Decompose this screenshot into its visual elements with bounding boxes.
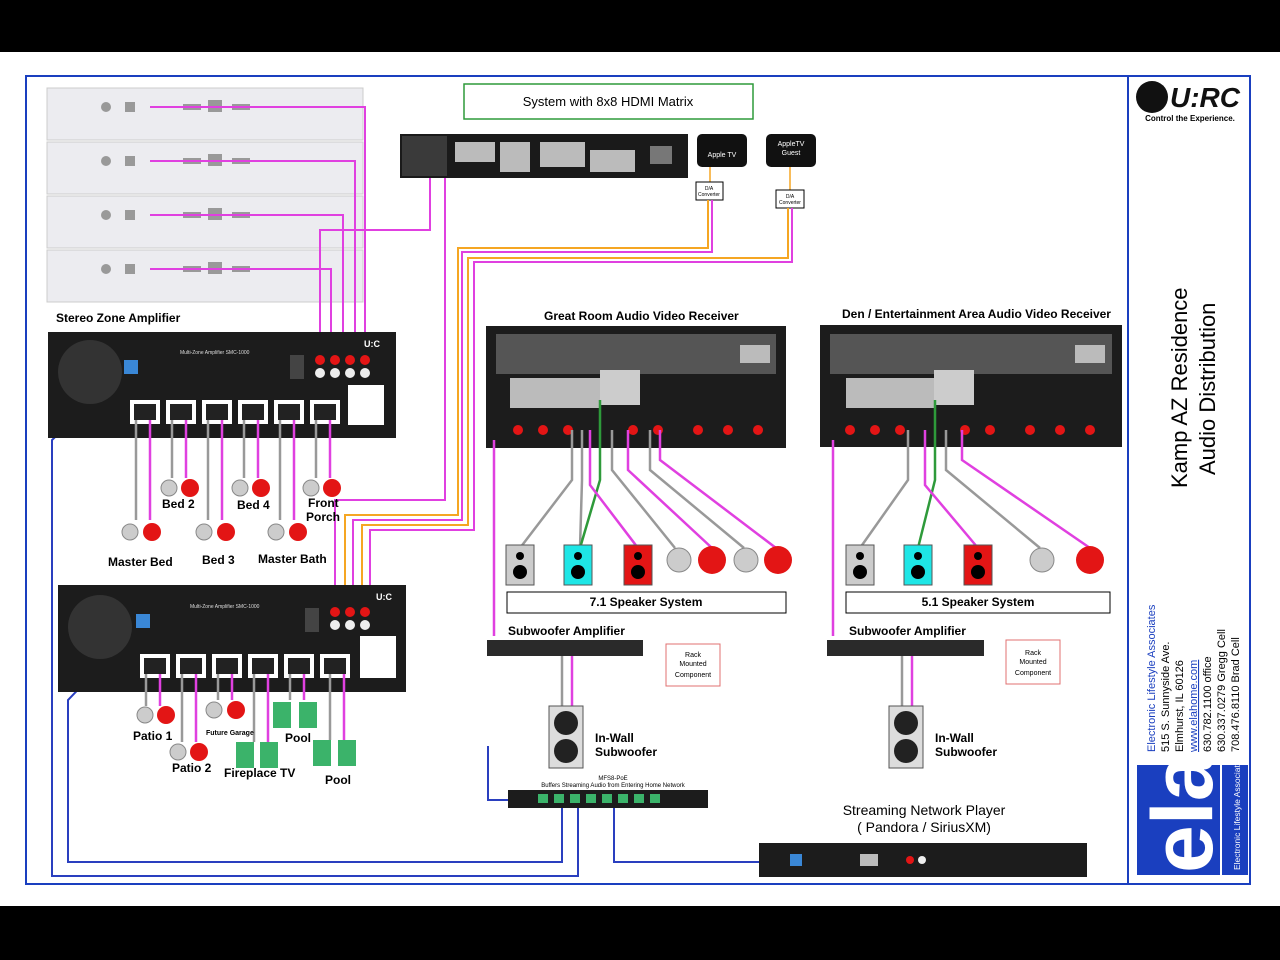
diagram-sheet: System with 8x8 HDMI Matrix Apple TV App… [0, 52, 1280, 906]
svg-text:ela: ela [1135, 752, 1231, 873]
great-room-sub-amp-title: Subwoofer Amplifier [508, 624, 625, 638]
network-switch [508, 790, 708, 808]
den-inwall-2: Subwoofer [935, 745, 997, 759]
svg-text:Mounted: Mounted [1019, 659, 1046, 666]
great-room-sub-wire [560, 656, 574, 708]
zone-bed-4: Bed 4 [237, 498, 270, 512]
den-speaker-system: 5.1 Speaker System [922, 595, 1035, 609]
streaming-network-player [759, 843, 1087, 877]
project-line-2: Audio Distribution [1195, 303, 1220, 475]
zone-fireplace-tv: Fireplace TV [224, 766, 295, 780]
company-name: Electronic Lifestyle Associates [1146, 604, 1158, 752]
great-room-speakers [505, 544, 792, 586]
stereo-amp-title: Stereo Zone Amplifier [56, 311, 181, 325]
great-room-rack-note: Rack Mounted Component [665, 643, 721, 687]
matrix-title: System with 8x8 HDMI Matrix [523, 94, 694, 109]
den-title: Den / Entertainment Area Audio Video Rec… [842, 307, 1111, 321]
great-room-inwall-1: In-Wall [595, 731, 634, 745]
phone-brad: 708.476.8110 Brad Cell [1230, 637, 1242, 752]
svg-text:Control the Experience.: Control the Experience. [1145, 114, 1235, 123]
zone-bed-3: Bed 3 [202, 553, 235, 567]
svg-text:Apple TV: Apple TV [708, 152, 737, 159]
switch-model: MFS8-PoE [598, 776, 627, 782]
address-1: 515 S. Sunnyside Ave. [1160, 642, 1172, 753]
den-avr [820, 325, 1122, 447]
zone-pool-a: Pool [285, 731, 311, 745]
great-room-title: Great Room Audio Video Receiver [544, 309, 739, 323]
svg-text:Guest: Guest [782, 150, 801, 157]
svg-text:U:C: U:C [376, 592, 392, 602]
great-room-inwall-sub [548, 705, 584, 769]
svg-text:U:RC: U:RC [1170, 82, 1241, 113]
streamer-line-1: Streaming Network Player [843, 802, 1006, 818]
great-room-sub-amp [487, 640, 643, 656]
den-inwall-sub [888, 705, 924, 769]
svg-text:Component: Component [1015, 670, 1051, 677]
den-sub-amp-title: Subwoofer Amplifier [849, 624, 966, 638]
diagram-canvas: System with 8x8 HDMI Matrix Apple TV App… [25, 75, 1251, 885]
zone-master-bath: Master Bath [258, 552, 327, 566]
ela-logo: ela Electronic Lifestyle Associates [1135, 752, 1248, 875]
zone-future-garage: Future Garage [206, 730, 254, 737]
phone-gregg: 630.337.0279 Gregg Cell [1216, 629, 1228, 752]
great-room-avr [486, 326, 786, 448]
project-line-1: Kamp AZ Residence [1167, 287, 1192, 488]
svg-text:Multi-Zone Amplifier SMC-1000: Multi-Zone Amplifier SMC-1000 [180, 350, 250, 356]
svg-text:Multi-Zone Amplifier SMC-1000: Multi-Zone Amplifier SMC-1000 [190, 604, 260, 610]
svg-text:Converter: Converter [698, 192, 720, 198]
den-speakers [845, 544, 1104, 586]
hdmi-matrix-unit [400, 134, 688, 178]
zone-master-bed: Master Bed [108, 555, 173, 569]
great-room-speaker-system: 7.1 Speaker System [590, 595, 703, 609]
svg-text:Rack: Rack [685, 652, 701, 659]
zone-front-porch-1: Front [308, 496, 339, 510]
den-sub-amp [827, 640, 984, 656]
apple-tv-guest: AppleTV Guest [766, 134, 816, 167]
da-converter-1: D/A Converter [695, 181, 724, 201]
den-sub-wire [900, 656, 914, 708]
zone-bed-2: Bed 2 [162, 497, 195, 511]
svg-text:Electronic Lifestyle Associate: Electronic Lifestyle Associates [1232, 756, 1242, 870]
great-room-inwall-2: Subwoofer [595, 745, 657, 759]
zone-patio-1: Patio 1 [133, 729, 173, 743]
den-inwall-1: In-Wall [935, 731, 974, 745]
streamer-line-2: ( Pandora / SiriusXM) [857, 819, 991, 835]
zone-patio-2: Patio 2 [172, 761, 212, 775]
svg-text:Component: Component [675, 672, 711, 679]
address-2: Elmhurst, IL 60126 [1174, 660, 1186, 752]
svg-text:Mounted: Mounted [679, 661, 706, 668]
svg-text:U:C: U:C [364, 339, 380, 349]
phone-office: 630.782.1100 office [1202, 656, 1214, 752]
svg-text:Rack: Rack [1025, 650, 1041, 657]
switch-caption: Buffers Streaming Audio from Entering Ho… [541, 783, 686, 789]
svg-text:Converter: Converter [779, 200, 801, 206]
website-link[interactable]: www.elahome.com [1188, 660, 1200, 753]
den-rack-note: Rack Mounted Component [1005, 639, 1061, 685]
zone-front-porch-2: Porch [306, 510, 340, 524]
da-converter-2: D/A Converter [775, 189, 805, 209]
urc-logo: U:RC Control the Experience. [1136, 81, 1241, 123]
zone-pool-b: Pool [325, 773, 351, 787]
svg-text:AppleTV: AppleTV [778, 141, 805, 148]
apple-tv: Apple TV [697, 134, 747, 167]
